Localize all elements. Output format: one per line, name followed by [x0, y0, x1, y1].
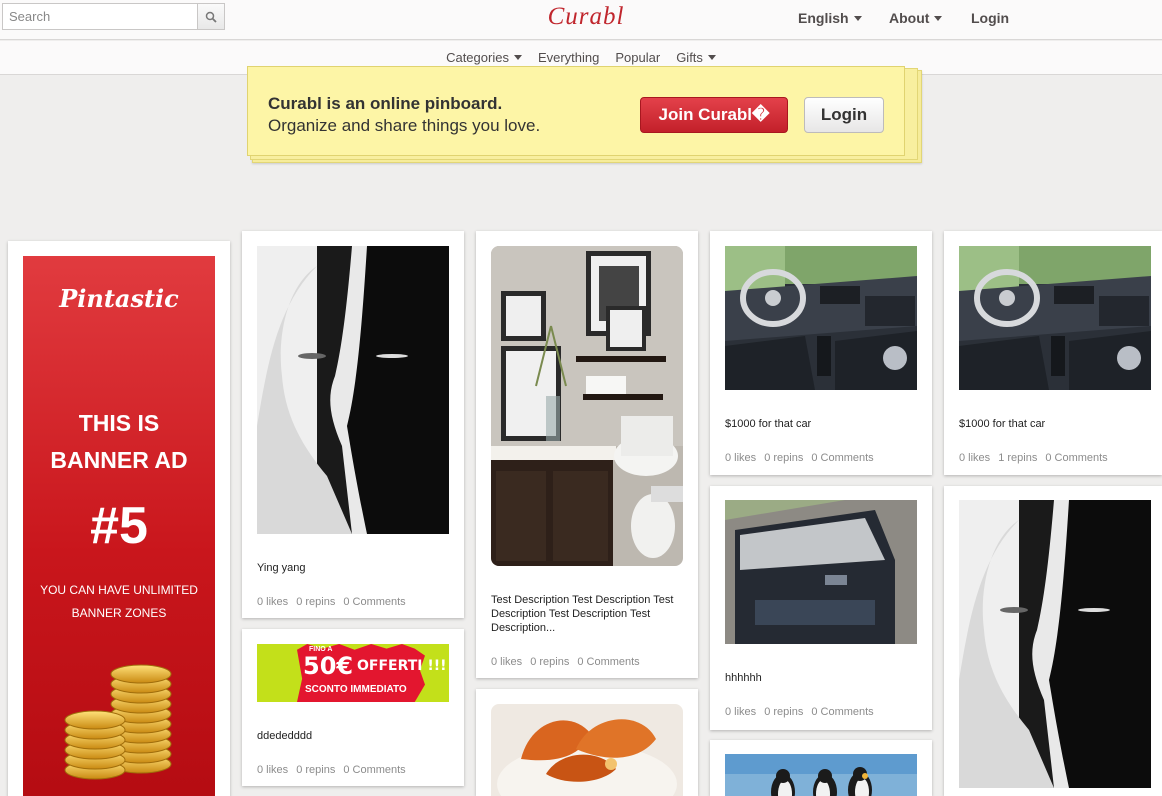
likes-count[interactable]: 0 likes [959, 452, 990, 464]
pin-image[interactable] [959, 246, 1151, 390]
pin-card[interactable]: FINO A 50€ OFFERTI !!! SCONTO IMMEDIATO … [242, 629, 464, 786]
promo-offer: OFFERTI !!! [357, 658, 447, 674]
welcome-text: Curabl is an online pinboard. Organize a… [268, 93, 540, 137]
promo-amount: 50€ [303, 652, 354, 680]
pin-stats: 0 likes 0 repins 0 Comments [491, 656, 648, 668]
pin-stats: 0 likes 1 repins 0 Comments [959, 452, 1116, 464]
gold-coins-image [64, 664, 172, 780]
likes-count[interactable]: 0 likes [257, 764, 288, 776]
pin-description: hhhhhh [725, 672, 762, 684]
repins-count[interactable]: 0 repins [296, 596, 335, 608]
ad-small-1: YOU CAN HAVE UNLIMITED [40, 583, 198, 597]
pin-card[interactable]: Ying yang 0 likes 0 repins 0 Comments [242, 231, 464, 618]
comments-count[interactable]: 0 Comments [1045, 452, 1107, 464]
pin-image[interactable] [725, 754, 917, 796]
pin-description: Test Description Test Description Test D… [491, 594, 674, 634]
repins-count[interactable]: 0 repins [764, 452, 803, 464]
promo-line: SCONTO IMMEDIATO [305, 684, 407, 695]
nav-popular[interactable]: Popular [615, 50, 660, 65]
ad-line-2: BANNER AD [50, 447, 188, 473]
repins-count[interactable]: 0 repins [530, 656, 569, 668]
pin-image[interactable]: FINO A 50€ OFFERTI !!! SCONTO IMMEDIATO [257, 644, 449, 702]
pin-image[interactable] [491, 246, 683, 566]
pin-image[interactable] [257, 246, 449, 534]
comments-count[interactable]: 0 Comments [577, 656, 639, 668]
pin-card[interactable]: Test Description Test Description Test D… [476, 231, 698, 678]
face-art-image [257, 246, 449, 534]
pin-image[interactable] [725, 500, 917, 644]
bathroom-image [491, 246, 683, 566]
about-label: About [889, 10, 930, 26]
banner-ad[interactable]: Pintastic THIS IS BANNER AD #5 YOU CAN H… [23, 256, 215, 796]
pin-description: ddededddd [257, 730, 313, 742]
pin-card[interactable]: hhhhhh 0 likes 0 repins 0 Comments [710, 486, 932, 730]
comments-count[interactable]: 0 Comments [811, 706, 873, 718]
repins-count[interactable]: 1 repins [998, 452, 1037, 464]
likes-count[interactable]: 0 likes [725, 452, 756, 464]
chevron-down-icon [934, 16, 943, 21]
promo-banner-image: FINO A 50€ OFFERTI !!! SCONTO IMMEDIATO [257, 644, 449, 702]
nav-everything[interactable]: Everything [538, 50, 599, 65]
join-button[interactable]: Join Curabl� [640, 97, 788, 133]
comments-count[interactable]: 0 Comments [811, 452, 873, 464]
pin-stats: 0 likes 0 repins 0 Comments [257, 596, 414, 608]
about-menu[interactable]: About [889, 10, 943, 26]
pin-description: $1000 for that car [725, 418, 812, 430]
nav-gifts[interactable]: Gifts [676, 50, 716, 65]
nav-categories-label: Categories [446, 50, 509, 65]
chevron-down-icon [853, 16, 862, 21]
pin-stats: 0 likes 0 repins 0 Comments [725, 452, 882, 464]
welcome-banner: Curabl is an online pinboard. Organize a… [247, 66, 905, 156]
car-interior-image [725, 246, 917, 390]
pin-image[interactable] [725, 246, 917, 390]
ad-number: #5 [90, 497, 148, 555]
penguins-image [725, 754, 917, 796]
repins-count[interactable]: 0 repins [296, 764, 335, 776]
likes-count[interactable]: 0 likes [725, 706, 756, 718]
face-art-image [959, 500, 1151, 788]
comments-count[interactable]: 0 Comments [343, 764, 405, 776]
header-login-link[interactable]: Login [971, 10, 1009, 26]
nav-gifts-label: Gifts [676, 50, 703, 65]
chevron-down-icon [513, 55, 522, 60]
pin-card[interactable]: $1000 for that car 0 likes 1 repins 0 Comm… [944, 231, 1162, 475]
welcome-subtitle: Organize and share things you love. [268, 116, 541, 135]
car-interior-image [959, 246, 1151, 390]
pin-stats: 0 likes 0 repins 0 Comments [257, 764, 414, 776]
ad-small-2: BANNER ZONES [71, 606, 167, 620]
car-door-image [725, 500, 917, 644]
nav-categories[interactable]: Categories [446, 50, 522, 65]
repins-count[interactable]: 0 repins [764, 706, 803, 718]
pin-stats: 0 likes 0 repins 0 Comments [725, 706, 882, 718]
pin-card[interactable] [710, 740, 932, 796]
likes-count[interactable]: 0 likes [257, 596, 288, 608]
welcome-title: Curabl is an online pinboard. [268, 94, 503, 113]
pin-card[interactable] [476, 689, 698, 796]
pin-description: $1000 for that car [959, 418, 1046, 430]
ad-line-1: THIS IS [78, 410, 160, 436]
pin-card[interactable] [944, 486, 1162, 796]
pin-image[interactable] [959, 500, 1151, 788]
comments-count[interactable]: 0 Comments [343, 596, 405, 608]
ad-brand: Pintastic [59, 284, 179, 313]
pin-image[interactable] [491, 704, 683, 796]
language-label: English [798, 10, 849, 26]
language-menu[interactable]: English [798, 10, 862, 26]
pin-card[interactable]: $1000 for that car 0 likes 0 repins 0 Comm… [710, 231, 932, 475]
shrimp-dish-image [491, 704, 683, 796]
chevron-down-icon [707, 55, 716, 60]
login-button[interactable]: Login [804, 97, 884, 133]
likes-count[interactable]: 0 likes [491, 656, 522, 668]
top-bar: Curabl English About Login [0, 0, 1162, 40]
pin-description: Ying yang [257, 562, 306, 574]
